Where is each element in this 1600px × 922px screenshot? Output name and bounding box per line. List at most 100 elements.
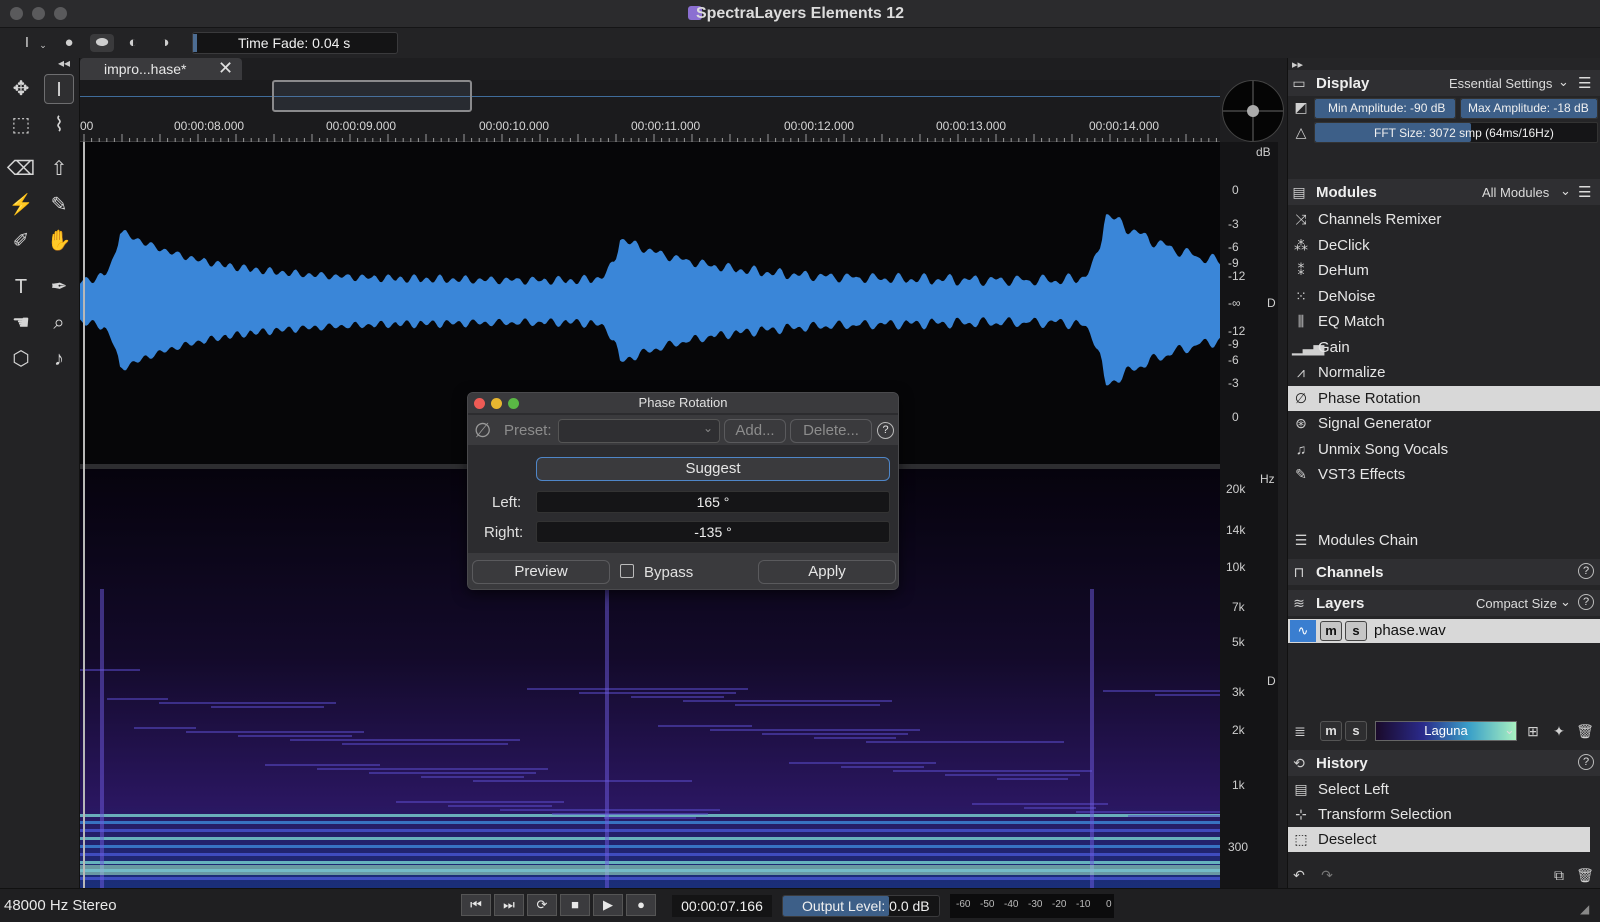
layer-mute-button[interactable]: m <box>1320 621 1342 641</box>
channels-icon: ⊓ <box>1293 564 1305 580</box>
amplitude-tool-icon[interactable]: ⇧ <box>44 154 74 184</box>
right-label: Right: <box>484 524 524 541</box>
play-icon[interactable]: ▶ <box>593 894 623 916</box>
go-to-end-icon[interactable]: ⏭ <box>494 894 524 916</box>
eraser-tool-icon[interactable]: ⌫ <box>6 154 36 184</box>
chevron-down-icon[interactable]: ⌄ <box>1504 722 1515 738</box>
menu-icon[interactable]: ☰ <box>1578 183 1591 201</box>
chevron-down-icon[interactable]: ⌄ <box>1560 594 1571 610</box>
3d-view-tool-icon[interactable]: ⬡ <box>6 344 36 374</box>
global-mute-button[interactable]: m <box>1320 721 1342 741</box>
trash-icon[interactable]: 🗑 <box>1576 722 1594 740</box>
add-layer-icon[interactable]: ⊞ <box>1524 722 1542 740</box>
magic-wand-tool-icon[interactable]: ⚡ <box>6 190 36 220</box>
channels-help-icon[interactable]: ? <box>1578 563 1594 579</box>
zoom-tool-icon[interactable]: ⌕ <box>44 308 74 338</box>
preview-button[interactable]: Preview <box>472 560 610 584</box>
layer-solo-button[interactable]: s <box>1345 621 1367 641</box>
db-label: -3 <box>1228 217 1239 231</box>
selection-mode-single-icon[interactable]: ● <box>60 34 78 52</box>
ruler-label: 00 <box>80 119 94 133</box>
layers-size-select[interactable]: Compact Size <box>1476 596 1557 611</box>
history-item-selected[interactable]: ⬚ Deselect <box>1288 827 1590 852</box>
apply-button[interactable]: Apply <box>758 560 896 584</box>
dialog-help-icon[interactable]: ? <box>877 422 894 439</box>
text-tool-icon[interactable]: T <box>6 272 36 302</box>
history-item[interactable]: ▤ Select Left <box>1288 777 1600 802</box>
module-item[interactable]: ✎ VST3 Effects <box>1288 462 1600 487</box>
amplitude-icon: ◩ <box>1294 99 1308 115</box>
modules-chain-item[interactable]: ☰ Modules Chain <box>1288 528 1600 553</box>
move-tool-icon[interactable]: ✥ <box>6 74 36 104</box>
chevron-down-icon[interactable]: ⌄ <box>703 421 713 435</box>
loop-icon[interactable]: ⟳ <box>527 894 557 916</box>
right-angle-field[interactable]: -135 ° <box>536 521 890 543</box>
module-item[interactable]: ⁑ DeHum <box>1288 258 1600 283</box>
undo-icon[interactable]: ↶ <box>1290 866 1308 884</box>
copy-icon[interactable]: ⧉ <box>1550 866 1568 884</box>
collapse-left-icon[interactable]: ◂◂ <box>58 56 70 70</box>
global-solo-button[interactable]: s <box>1345 721 1367 741</box>
resize-grip-icon[interactable]: ◢ <box>1580 902 1589 916</box>
overview-viewport-box[interactable] <box>272 80 472 112</box>
module-icon: ⊛ <box>1295 415 1307 431</box>
module-item[interactable]: ♫ Unmix Song Vocals <box>1288 437 1600 462</box>
playhead-cursor[interactable] <box>83 142 85 888</box>
speaker-tool-icon[interactable]: ♪ <box>44 344 74 374</box>
redo-icon[interactable]: ↷ <box>1318 866 1336 884</box>
brush-tool-icon[interactable]: ✎ <box>44 190 74 220</box>
stop-icon[interactable]: ■ <box>560 894 590 916</box>
layers-help-icon[interactable]: ? <box>1578 594 1594 610</box>
time-selection-tool-icon[interactable]: I <box>44 74 74 104</box>
selection-mode-add-icon[interactable]: ⬬ <box>90 34 114 52</box>
bypass-checkbox[interactable] <box>620 564 634 578</box>
menu-icon[interactable]: ☰ <box>1578 74 1591 92</box>
clone-tool-icon[interactable]: ✋ <box>44 226 74 256</box>
navigation-compass[interactable] <box>1222 80 1284 142</box>
module-item[interactable]: ⁂ DeClick <box>1288 233 1600 258</box>
layers-stack-icon[interactable]: ≣ <box>1291 722 1309 740</box>
module-item[interactable]: ⁙ DeNoise <box>1288 284 1600 309</box>
module-label: EQ Match <box>1318 313 1385 330</box>
module-item[interactable]: ∅ Phase Rotation <box>1288 385 1600 411</box>
pencil-tool-icon[interactable]: ✐ <box>6 226 36 256</box>
layers-title: Layers <box>1316 595 1365 612</box>
close-tab-icon[interactable]: ✕ <box>218 58 233 79</box>
eyedropper-tool-icon[interactable]: ✒ <box>44 272 74 302</box>
history-title: History <box>1316 755 1368 772</box>
preset-select[interactable] <box>558 419 720 443</box>
selection-mode-intersect-icon[interactable]: ◑ <box>156 34 174 52</box>
suggest-button[interactable]: Suggest <box>536 457 890 481</box>
dialog-title: Phase Rotation <box>638 395 728 410</box>
db-label: -6 <box>1228 240 1239 254</box>
playback-position[interactable]: 00:00:07.166 <box>672 895 772 917</box>
new-layer-from-selection-icon[interactable]: ✦ <box>1550 722 1568 740</box>
modules-filter-select[interactable]: All Modules <box>1482 185 1549 200</box>
selection-mode-subtract-icon[interactable]: ◐ <box>124 34 142 52</box>
record-icon[interactable]: ● <box>626 894 656 916</box>
overview-waveform-line <box>80 96 1220 97</box>
db-label: 0 <box>1232 410 1239 424</box>
module-item[interactable]: ⊛ Signal Generator <box>1288 411 1600 436</box>
hand-tool-icon[interactable]: ☚ <box>6 308 36 338</box>
module-item[interactable]: ⫼ EQ Match <box>1288 309 1600 334</box>
history-item[interactable]: ⊹ Transform Selection <box>1288 802 1600 827</box>
trash-icon[interactable]: 🗑 <box>1576 866 1594 884</box>
ruler-label: 00:00:08.000 <box>174 119 245 133</box>
chevron-down-icon[interactable]: ⌄ <box>1558 74 1569 90</box>
delete-preset-button[interactable]: Delete... <box>790 419 872 443</box>
time-fade-fill <box>193 34 197 52</box>
display-preset-select[interactable]: Essential Settings <box>1449 76 1552 91</box>
chevron-down-icon[interactable]: ⌄ <box>1560 183 1571 199</box>
add-preset-button[interactable]: Add... <box>724 419 786 443</box>
chevron-down-icon[interactable]: ⌄ <box>34 36 52 54</box>
left-angle-field[interactable]: 165 ° <box>536 491 890 513</box>
history-help-icon[interactable]: ? <box>1578 754 1594 770</box>
rectangle-selection-tool-icon[interactable]: ⬚ <box>6 110 36 140</box>
lasso-selection-tool-icon[interactable]: ⌇ <box>44 110 74 140</box>
module-item[interactable]: ⤨ Channels Remixer <box>1288 207 1600 232</box>
go-to-start-icon[interactable]: ⏮ <box>461 894 491 916</box>
module-item[interactable]: ▁▃▅ Gain <box>1288 335 1600 360</box>
overview-strip[interactable] <box>80 80 1220 114</box>
module-item[interactable]: ⩘ Normalize <box>1288 360 1600 385</box>
